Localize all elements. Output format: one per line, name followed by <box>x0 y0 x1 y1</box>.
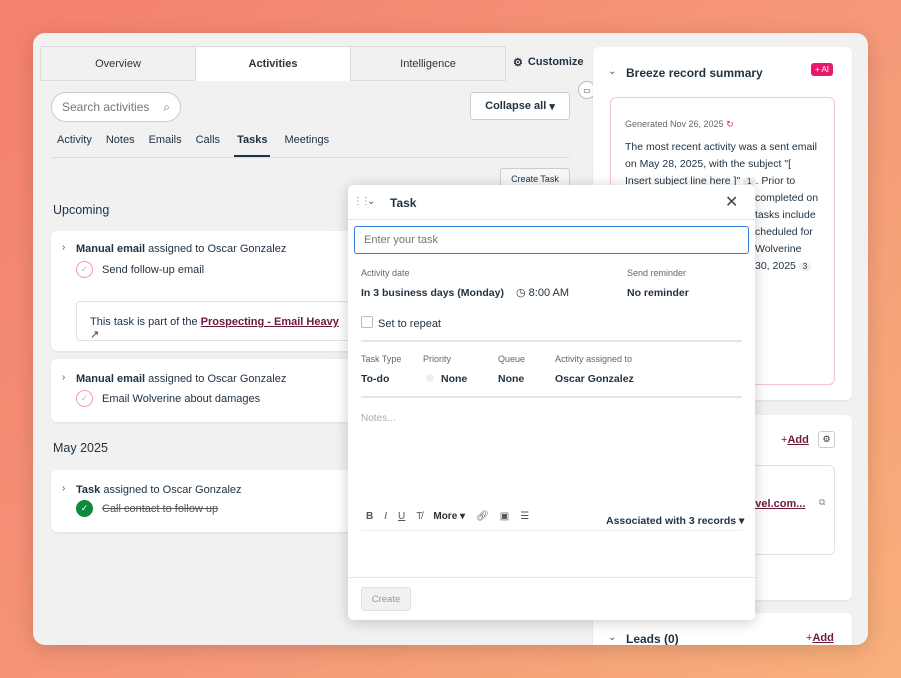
time-dropdown[interactable]: ◷ 8:00 AM <box>516 286 569 299</box>
email-link[interactable]: rvel.com... <box>751 498 805 510</box>
priority-dropdown[interactable]: None <box>441 373 467 385</box>
add-lead-button[interactable]: +Add <box>806 632 834 644</box>
tab-overview[interactable]: Overview <box>40 46 196 81</box>
customize-button[interactable]: ⚙ Customize <box>513 56 584 69</box>
close-icon[interactable]: ✕ <box>725 192 738 212</box>
citation[interactable]: 3 <box>798 262 812 271</box>
image-icon[interactable]: ▣ <box>500 511 509 522</box>
external-link-icon: ↗ <box>90 329 100 341</box>
task-modal: ⋮⋮ ⌄ Task ✕ Activity date In 3 business … <box>348 185 755 620</box>
associations-dropdown[interactable]: Associated with 3 records ▾ <box>606 515 744 527</box>
chevron-down-icon[interactable]: ⌄ <box>608 66 616 77</box>
bold-icon[interactable]: B <box>366 511 373 522</box>
complete-checkbox[interactable]: ✓ <box>76 390 93 407</box>
chevron-right-icon[interactable]: › <box>62 372 65 383</box>
search-icon: ⌕ <box>163 99 170 114</box>
activity-date-dropdown[interactable]: In 3 business days (Monday) <box>361 287 504 299</box>
gear-icon: ⚙ <box>513 57 523 69</box>
queue-dropdown[interactable]: None <box>498 373 524 385</box>
ai-badge: + AI <box>811 63 834 76</box>
task-type-dropdown[interactable]: To-do <box>361 373 389 385</box>
sequence-link[interactable]: Prospecting - Email Heavy <box>201 316 339 328</box>
italic-icon[interactable]: I <box>384 511 387 522</box>
link-icon[interactable]: 🔗︎ <box>476 511 489 522</box>
add-button[interactable]: +Add <box>781 434 809 446</box>
chevron-right-icon[interactable]: › <box>62 483 65 494</box>
record-window: Overview Activities Intelligence ⚙ Custom… <box>33 33 868 645</box>
regenerate-icon[interactable]: ↻ <box>726 119 734 129</box>
task-card[interactable]: › Manual email assigned to Oscar Gonzale… <box>51 231 361 351</box>
subtabs: Activity Notes Emails Calls Tasks Meetin… <box>57 134 329 158</box>
underline-icon[interactable]: U <box>398 511 405 522</box>
task-card[interactable]: › Task assigned to Oscar Gonzalez ✓ Call… <box>51 470 361 532</box>
complete-checkbox[interactable]: ✓ <box>76 261 93 278</box>
snippet-icon[interactable]: ☰ <box>520 511 529 522</box>
tab-activities[interactable]: Activities <box>195 46 351 81</box>
divider <box>51 157 570 158</box>
subtab-emails[interactable]: Emails <box>149 134 182 158</box>
section-title: Upcoming <box>53 203 110 217</box>
copy-icon[interactable]: ⧉ <box>819 497 825 508</box>
subtab-meetings[interactable]: Meetings <box>284 134 329 158</box>
subtab-tasks[interactable]: Tasks <box>234 134 271 158</box>
priority-dot-icon <box>426 374 434 382</box>
chevron-down-icon[interactable]: ⌄ <box>608 632 616 643</box>
rich-text-toolbar: B I U T̸ More ▾ 🔗︎ ▣ ☰ <box>366 511 529 522</box>
completed-check-icon[interactable]: ✓ <box>76 500 93 517</box>
subtab-notes[interactable]: Notes <box>106 134 135 158</box>
more-dropdown[interactable]: More ▾ <box>433 511 465 522</box>
task-card[interactable]: › Manual email assigned to Oscar Gonzale… <box>51 359 361 422</box>
search-input[interactable]: Search activities ⌕ <box>51 92 181 122</box>
task-title-input[interactable] <box>354 226 749 254</box>
section-title: May 2025 <box>53 441 108 455</box>
create-button[interactable]: Create <box>361 587 411 611</box>
notes-editor[interactable]: Notes... <box>361 413 395 424</box>
clear-format-icon[interactable]: T̸ <box>416 511 422 522</box>
subtab-activity[interactable]: Activity <box>57 134 92 158</box>
collapse-all-button[interactable]: Collapse all ▾ <box>470 92 570 120</box>
settings-icon[interactable]: ⚙ <box>818 431 835 448</box>
chevron-right-icon[interactable]: › <box>62 242 65 253</box>
assignee-dropdown[interactable]: Oscar Gonzalez <box>555 373 634 385</box>
reminder-dropdown[interactable]: No reminder <box>627 287 689 299</box>
subtab-calls[interactable]: Calls <box>196 134 220 158</box>
repeat-checkbox[interactable] <box>361 316 373 328</box>
chevron-down-icon[interactable]: ⌄ <box>367 196 375 207</box>
clock-icon: ◷ <box>516 287 526 299</box>
tab-intelligence[interactable]: Intelligence <box>350 46 506 81</box>
